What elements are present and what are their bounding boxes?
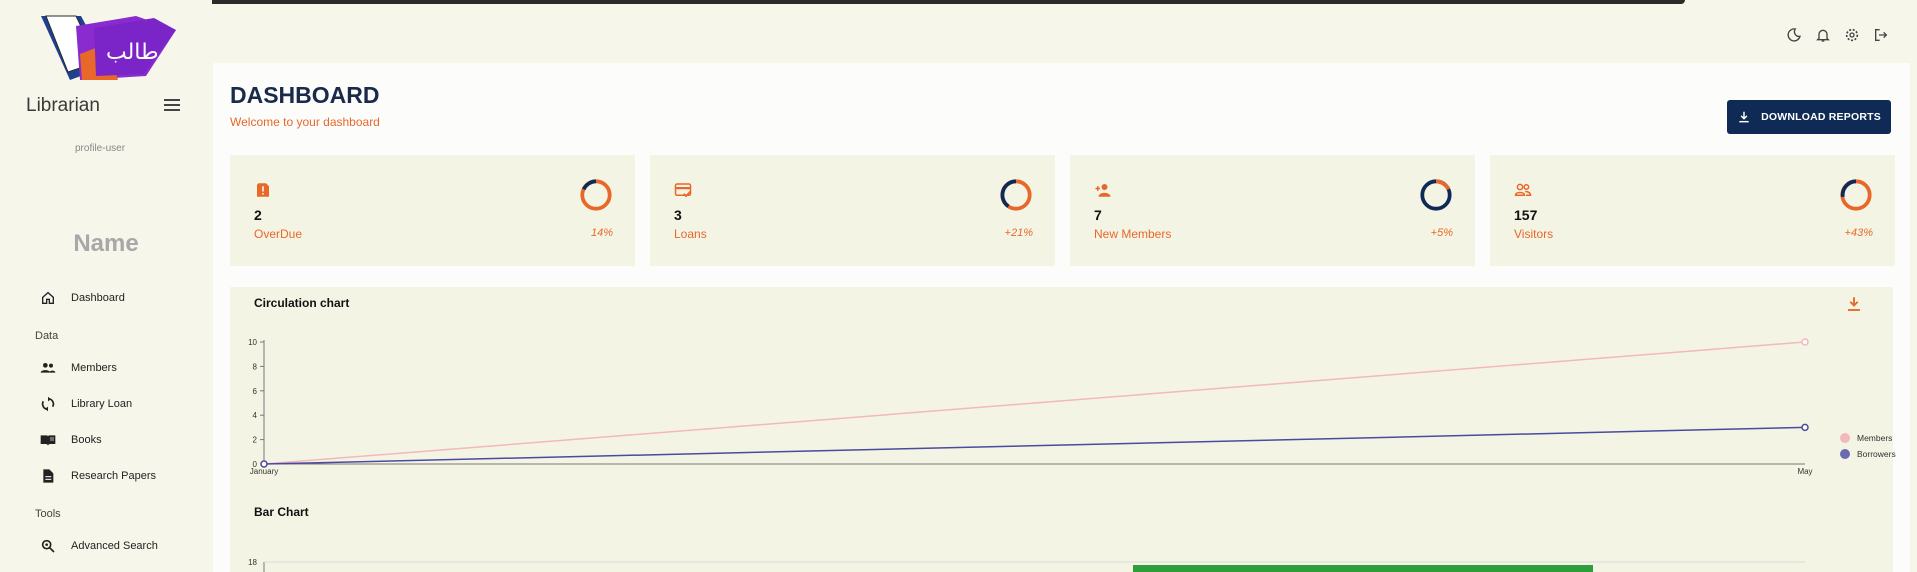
bar bbox=[1133, 565, 1593, 572]
stat-card-new-members: 7 New Members +5% bbox=[1070, 155, 1475, 266]
stat-card-visitors: 157 Visitors +43% bbox=[1490, 155, 1895, 266]
stat-count: 3 bbox=[674, 207, 682, 223]
download-icon bbox=[1739, 111, 1749, 123]
overdue-icon bbox=[257, 183, 269, 197]
sidebar-item-books[interactable]: Books bbox=[40, 428, 102, 452]
book-icon bbox=[40, 435, 56, 446]
charts-panel: Circulation chart 0 2 4 6 8 10 January May Memb… bbox=[230, 287, 1896, 572]
user-role: Librarian bbox=[26, 95, 100, 116]
search-icon bbox=[41, 539, 55, 553]
svg-text:ﻃﺎﻟﺐ: ﻃﺎﻟﺐ bbox=[106, 40, 159, 65]
sidebar-item-label: Research Papers bbox=[71, 470, 156, 482]
sidebar: ﻃﺎﻟﺐ Librarian profile-user Name Dashboa… bbox=[0, 0, 212, 572]
sidebar-item-label: Dashboard bbox=[71, 292, 125, 304]
page-title: DASHBOARD bbox=[230, 82, 380, 108]
logout-icon[interactable] bbox=[1873, 27, 1889, 43]
bar-y-tick-label: 18 bbox=[248, 558, 257, 567]
sidebar-item-label: Members bbox=[71, 362, 117, 374]
section-label-data: Data bbox=[35, 330, 59, 342]
sidebar-item-library-loan[interactable]: Library Loan bbox=[40, 392, 132, 416]
download-reports-button[interactable]: DOWNLOAD REPORTS bbox=[1727, 100, 1891, 134]
user-name: Name bbox=[73, 230, 139, 257]
sidebar-item-dashboard[interactable]: Dashboard bbox=[40, 286, 125, 310]
bar-chart: 18 bbox=[248, 558, 1805, 572]
progress-ring bbox=[1000, 179, 1032, 211]
stat-label: Loans bbox=[674, 227, 707, 241]
sync-icon bbox=[41, 396, 55, 412]
sidebar-item-label: Advanced Search bbox=[71, 540, 158, 552]
top-window-bar bbox=[105, 0, 1685, 4]
stat-label: Visitors bbox=[1514, 227, 1554, 241]
page-subtitle: Welcome to your dashboard bbox=[230, 115, 380, 129]
sidebar-item-research-papers[interactable]: Research Papers bbox=[40, 464, 156, 488]
sidebar-item-label: Books bbox=[71, 434, 102, 446]
sidebar-item-members[interactable]: Members bbox=[40, 356, 117, 380]
new-members-icon bbox=[1095, 184, 1111, 197]
stat-label: OverDue bbox=[254, 227, 303, 241]
progress-ring bbox=[1840, 179, 1872, 211]
stat-percent: +43% bbox=[1844, 227, 1873, 239]
home-icon bbox=[42, 291, 54, 304]
people-icon bbox=[40, 363, 56, 373]
stat-percent: 14% bbox=[590, 227, 613, 239]
download-reports-label: DOWNLOAD REPORTS bbox=[1761, 111, 1881, 123]
stat-percent: +21% bbox=[1004, 227, 1033, 239]
loans-icon bbox=[674, 183, 692, 198]
section-label-tools: Tools bbox=[35, 508, 61, 520]
sidebar-item-advanced-search[interactable]: Advanced Search bbox=[40, 534, 158, 558]
stat-count: 157 bbox=[1514, 207, 1538, 223]
stat-count: 7 bbox=[1094, 207, 1102, 223]
main-content: DASHBOARD Welcome to your dashboard DOWN… bbox=[213, 63, 1910, 572]
stat-label: New Members bbox=[1094, 227, 1172, 241]
settings-icon[interactable] bbox=[1844, 27, 1860, 43]
sidebar-item-label: Library Loan bbox=[71, 398, 133, 410]
avatar: profile-user bbox=[75, 143, 126, 154]
app-logo: ﻃﺎﻟﺐ bbox=[41, 15, 176, 80]
menu-toggle-icon[interactable] bbox=[164, 99, 180, 113]
progress-ring bbox=[580, 179, 612, 211]
stat-count: 2 bbox=[254, 207, 262, 223]
dark-mode-icon[interactable] bbox=[1786, 27, 1802, 43]
document-icon bbox=[43, 469, 54, 483]
notifications-icon[interactable] bbox=[1815, 27, 1831, 43]
visitors-icon bbox=[1514, 183, 1532, 196]
stat-percent: +5% bbox=[1430, 227, 1453, 239]
stat-card-loans: 3 Loans +21% bbox=[650, 155, 1055, 266]
stat-card-overdue: 2 OverDue 14% bbox=[230, 155, 635, 266]
progress-ring bbox=[1420, 179, 1452, 211]
